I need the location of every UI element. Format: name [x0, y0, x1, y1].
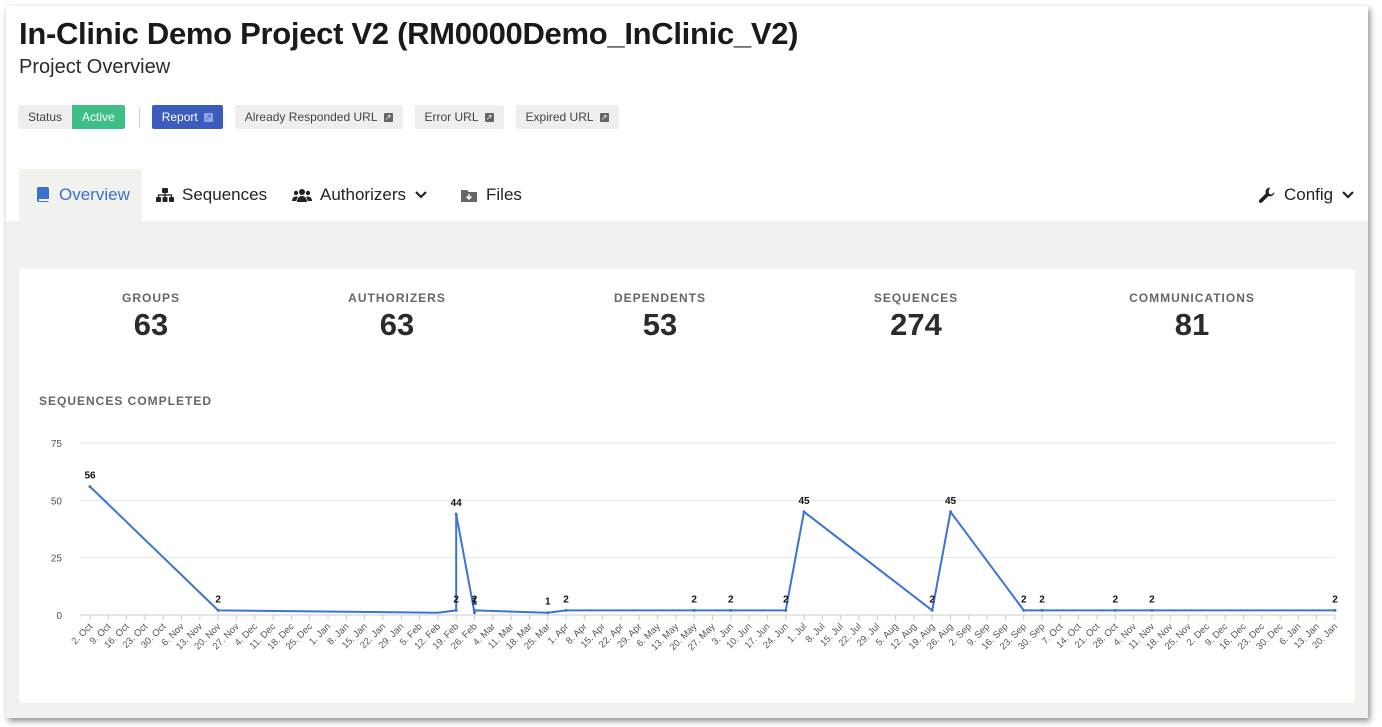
data-label: 2: [1021, 594, 1027, 605]
data-label: 2: [1332, 594, 1338, 605]
data-label: 2: [1113, 594, 1119, 605]
data-label: 2: [929, 594, 935, 605]
book-icon: [37, 187, 49, 202]
data-label: 2: [563, 594, 569, 605]
sequences-completed-chart: 02550752. Oct9. Oct16. Oct23. Oct30. Oct…: [51, 439, 1340, 653]
y-tick-label: 25: [51, 554, 63, 565]
tab-files[interactable]: Files: [460, 169, 522, 221]
chevron-down-icon: [415, 191, 427, 199]
data-point: [930, 608, 934, 612]
data-label: 44: [451, 498, 463, 509]
data-point: [802, 510, 806, 514]
data-point: [216, 608, 220, 612]
data-point: [692, 608, 696, 612]
y-tick-label: 75: [51, 439, 63, 450]
data-point: [1113, 608, 1117, 612]
data-point: [1333, 608, 1337, 612]
data-point: [454, 608, 458, 612]
already-responded-url-button[interactable]: Already Responded URL ↗: [234, 105, 403, 129]
data-point: [454, 512, 458, 516]
data-point: [546, 611, 550, 615]
data-label: 45: [798, 496, 810, 507]
data-point: [784, 608, 788, 612]
data-label: 2: [783, 594, 789, 605]
data-point: [949, 510, 953, 514]
error-url-label: Error URL: [424, 110, 479, 124]
status-badge: Active: [72, 105, 125, 129]
data-label: 1: [545, 597, 551, 608]
tab-sequences[interactable]: Sequences: [156, 169, 267, 221]
chevron-down-icon: [1342, 191, 1354, 199]
expired-url-label: Expired URL: [525, 110, 594, 124]
external-link-icon: ↗: [203, 112, 213, 122]
data-point: [472, 608, 476, 612]
data-label: 2: [215, 594, 221, 605]
data-label: 45: [945, 496, 957, 507]
already-responded-label: Already Responded URL: [244, 110, 378, 124]
report-button[interactable]: Report ↗: [151, 105, 223, 129]
sitemap-icon: [156, 188, 174, 202]
divider: [138, 107, 140, 127]
tab-bar: Overview Sequences Authorizers Files Con…: [6, 169, 1368, 221]
data-label: 2: [472, 594, 478, 605]
data-label: 2: [1149, 594, 1155, 605]
data-point: [1150, 608, 1154, 612]
data-point: [564, 608, 568, 612]
data-label: 2: [691, 594, 697, 605]
tab-sequences-label: Sequences: [182, 185, 268, 204]
wrench-icon: [1258, 187, 1275, 203]
page-title: In-Clinic Demo Project V2 (RM0000Demo_In…: [19, 16, 799, 51]
y-tick-label: 0: [56, 611, 62, 622]
external-link-icon: ↗: [484, 112, 494, 122]
error-url-button[interactable]: Error URL ↗: [414, 105, 504, 129]
expired-url-button[interactable]: Expired URL ↗: [515, 105, 619, 129]
folder-download-icon: [461, 190, 477, 202]
data-label: 2: [1039, 594, 1045, 605]
config-menu[interactable]: Config: [1258, 169, 1355, 221]
overview-card: GROUPS 63 AUTHORIZERS 63 DEPENDENTS 53 S…: [19, 269, 1355, 703]
report-label: Report: [161, 110, 198, 124]
tab-files-label: Files: [486, 185, 522, 204]
tab-authorizers[interactable]: Authorizers: [292, 169, 428, 221]
external-link-icon: ↗: [383, 112, 393, 122]
config-label: Config: [1284, 185, 1334, 204]
x-tick-label: 1. Jul: [785, 621, 809, 645]
status-bar: Status Active Report ↗ Already Responded…: [18, 105, 619, 129]
data-point: [88, 485, 92, 489]
status-label: Status: [18, 105, 73, 129]
external-link-icon: ↗: [599, 112, 609, 122]
page-subtitle: Project Overview: [19, 56, 171, 78]
users-icon: [292, 189, 312, 202]
data-point: [729, 608, 733, 612]
tab-overview[interactable]: Overview: [19, 169, 142, 221]
tab-overview-label: Overview: [59, 185, 130, 204]
data-point: [1022, 608, 1026, 612]
content-area: GROUPS 63 AUTHORIZERS 63 DEPENDENTS 53 S…: [6, 221, 1368, 718]
app-window: In-Clinic Demo Project V2 (RM0000Demo_In…: [6, 6, 1368, 718]
data-label: 2: [453, 594, 459, 605]
tab-authorizers-label: Authorizers: [320, 185, 406, 204]
data-point: [1040, 608, 1044, 612]
data-label: 2: [728, 594, 734, 605]
y-tick-label: 50: [51, 496, 63, 507]
data-label: 56: [84, 471, 96, 482]
